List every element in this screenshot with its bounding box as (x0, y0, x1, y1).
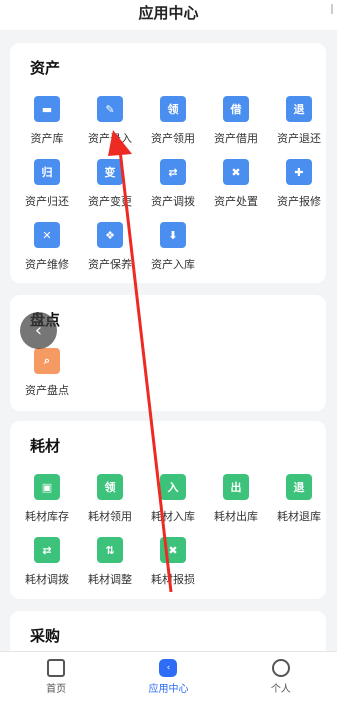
section-title: 资产 (30, 59, 61, 77)
section-grid: ▣ 耗材库存领耗材领用入耗材入库出耗材出库退耗材退库 ⇄ 耗材调拨 ⇅ 耗材调整 ✖ 耗材报损 (16, 474, 321, 600)
app-item[interactable]: 归资产归还 (16, 159, 78, 222)
asset-care-monitor-icon: ❖ (97, 222, 123, 248)
app-item-label: 资产退还 (277, 132, 321, 145)
app-item-label: 耗材领用 (88, 510, 132, 523)
asset-return-icon: 退 (286, 96, 312, 122)
app-item-label: 资产录入 (88, 132, 132, 145)
app-item[interactable]: ✖ 耗材报损 (142, 537, 204, 600)
consumable-stock-icon: ▣ (34, 474, 60, 500)
consumable-in-icon: 入 (160, 474, 186, 500)
app-item[interactable]: 退资产退还 (268, 96, 330, 159)
tab-label: 首页 (46, 683, 67, 695)
app-item[interactable]: 退耗材退库 (268, 474, 330, 537)
app-item-label: 耗材库存 (25, 510, 69, 523)
app-item[interactable]: ⬇ 资产入库 (142, 222, 204, 285)
asset-stock-in-icon: ⬇ (160, 222, 186, 248)
consumable-adjust-icon: ⇅ (97, 537, 123, 563)
tab-personal[interactable]: 个人 (225, 652, 337, 701)
section-grid: ▬ 资产库 ✎ 资产录入领资产领用借资产借用退资产退还归资产归还变资产变更 ⇄ 资产调拨 ✖… (16, 96, 321, 285)
asset-dispose-trash-icon: ✖ (223, 159, 249, 185)
section-card-inventory: 盘点 ⌕资产盘点 (10, 295, 326, 411)
app-item-label: 资产保养 (88, 258, 132, 271)
app-item[interactable]: 领资产领用 (142, 96, 204, 159)
consumable-transfer-icon: ⇄ (34, 537, 60, 563)
app-item[interactable]: ✖ 资产处置 (205, 159, 267, 222)
person-icon (271, 658, 290, 677)
app-center-icon: ‹ (159, 658, 178, 677)
app-item[interactable]: ⌕ 资产盘点 (16, 348, 78, 411)
app-item-label: 耗材调整 (88, 573, 132, 586)
asset-change-icon: 变 (97, 159, 123, 185)
asset-entry-pen-icon: ✎ (97, 96, 123, 122)
chevron-left-icon: ‹ (34, 320, 43, 341)
tab-label: 个人 (270, 683, 291, 695)
app-item[interactable]: ⇄ 资产调拨 (142, 159, 204, 222)
back-float-button[interactable]: ‹ (20, 312, 57, 349)
asset-maintain-wrench-icon: ✕ (34, 222, 60, 248)
app-item[interactable]: 出耗材出库 (205, 474, 267, 537)
app-item[interactable]: 入耗材入库 (142, 474, 204, 537)
app-item[interactable]: ✚ 资产报修 (268, 159, 330, 222)
app-item[interactable]: ▣ 耗材库存 (16, 474, 78, 537)
app-item[interactable]: ❖ 资产保养 (79, 222, 141, 285)
app-item-label: 耗材入库 (151, 510, 195, 523)
section-grid: ⌕ 资产盘点 (16, 348, 320, 411)
consumable-return-icon: 退 (286, 474, 312, 500)
app-item[interactable]: ⇄ 耗材调拨 (16, 537, 78, 600)
app-item-label: 资产处置 (214, 195, 258, 208)
app-screen: 应用中心 资产 ▬ 资产库 ✎ 资产录入领资产领用借资产借用退资产退还归资产归还变资产… (0, 0, 337, 701)
asset-borrow-icon: 借 (223, 96, 249, 122)
consumable-receive-icon: 领 (97, 474, 123, 500)
top-bar: 应用中心 (0, 0, 337, 30)
app-item-label: 耗材报损 (151, 573, 195, 586)
section-title: 耗材 (30, 437, 61, 455)
app-item-label: 资产借用 (214, 132, 258, 145)
asset-library-icon: ▬ (34, 96, 60, 122)
asset-giveback-icon: 归 (34, 159, 60, 185)
bottom-tab-bar: 首页 ‹ 应用中心 个人 (0, 651, 337, 701)
section-card-assets: 资产 ▬ 资产库 ✎ 资产录入领资产领用借资产借用退资产退还归资产归还变资产变更 ⇄ 资产… (10, 43, 326, 283)
app-item-label: 资产领用 (151, 132, 195, 145)
tab-label: 应用中心 (148, 683, 189, 695)
app-item-label: 资产报修 (277, 195, 321, 208)
app-item-label: 资产盘点 (25, 384, 69, 397)
app-item-label: 资产库 (30, 132, 64, 145)
tab-home[interactable]: 首页 (0, 652, 112, 701)
asset-repair-toolbox-icon: ✚ (286, 159, 312, 185)
app-item[interactable]: ▬ 资产库 (16, 96, 78, 159)
consumable-loss-icon: ✖ (160, 537, 186, 563)
app-item[interactable]: ⇅ 耗材调整 (79, 537, 141, 600)
app-item[interactable]: ✎ 资产录入 (79, 96, 141, 159)
app-item-label: 资产调拨 (151, 195, 195, 208)
app-item-label: 耗材调拨 (25, 573, 69, 586)
consumable-out-icon: 出 (223, 474, 249, 500)
home-icon (47, 658, 66, 677)
app-item-label: 资产维修 (25, 258, 69, 271)
app-item-label: 资产入库 (151, 258, 195, 271)
app-item-label: 耗材退库 (277, 510, 321, 523)
asset-receive-icon: 领 (160, 96, 186, 122)
app-item-label: 资产归还 (25, 195, 69, 208)
app-item[interactable]: ✕ 资产维修 (16, 222, 78, 285)
section-card-consumables: 耗材 ▣ 耗材库存领耗材领用入耗材入库出耗材出库退耗材退库 ⇄ 耗材调拨 ⇅ 耗材调整 ✖ 耗… (10, 421, 326, 599)
section-title: 采购 (30, 627, 61, 645)
app-item[interactable]: 领耗材领用 (79, 474, 141, 537)
asset-transfer-icon: ⇄ (160, 159, 186, 185)
app-item-label: 资产变更 (88, 195, 132, 208)
scroll-edge (331, 4, 333, 14)
tab-app-center[interactable]: ‹ 应用中心 (112, 652, 224, 701)
app-item[interactable]: 变资产变更 (79, 159, 141, 222)
page-title: 应用中心 (138, 4, 199, 22)
app-item[interactable]: 借资产借用 (205, 96, 267, 159)
app-item-label: 耗材出库 (214, 510, 258, 523)
inventory-check-icon: ⌕ (34, 348, 60, 374)
